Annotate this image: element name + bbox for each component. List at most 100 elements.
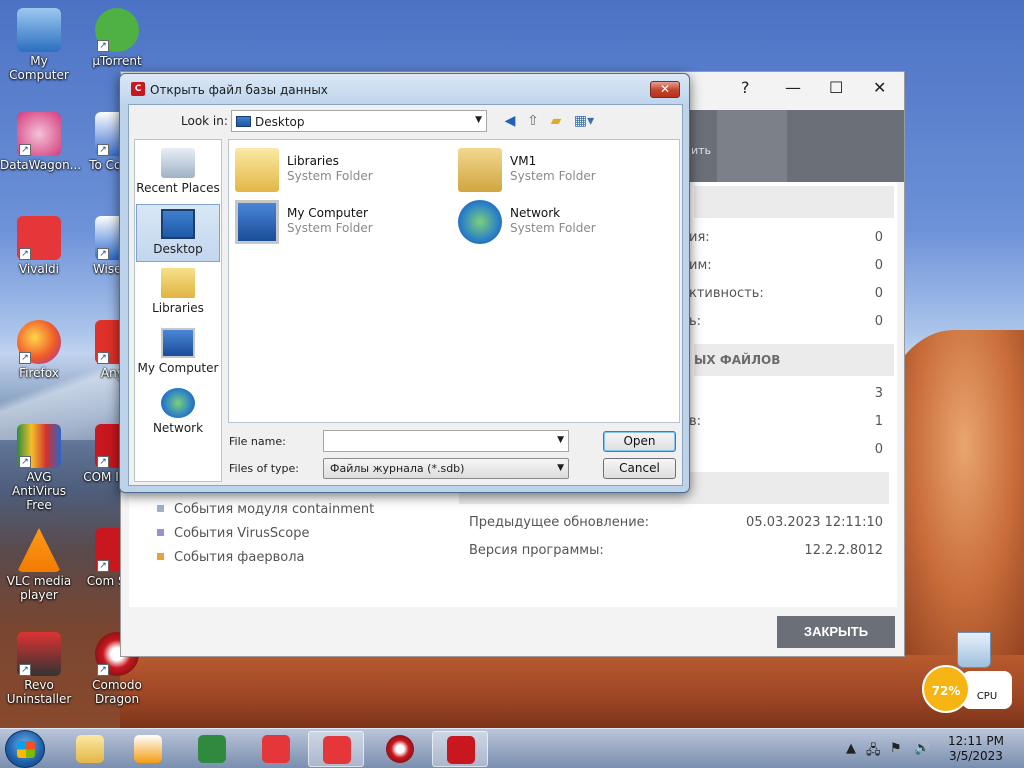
taskbar-vivaldi[interactable]	[248, 731, 304, 767]
desktop-icon-label: Comodo Dragon	[92, 678, 142, 706]
files-of-type-select[interactable]: Файлы журнала (*.sdb) ▼	[323, 458, 569, 479]
media-player-icon	[134, 735, 162, 763]
legend-swatch	[157, 505, 164, 512]
open-button[interactable]: Open	[603, 431, 676, 452]
shortcut-arrow-icon: ↗	[97, 40, 109, 52]
chevron-down-icon[interactable]: ▼	[557, 435, 564, 445]
desktop-icon-label: VLC media player	[6, 574, 72, 602]
desktop-icon-utorrent[interactable]: ↗ μTorrent	[78, 8, 156, 68]
chevron-down-icon: ▼	[475, 115, 482, 125]
row-label: в:	[689, 414, 702, 429]
taskbar-explorer[interactable]	[62, 731, 118, 767]
desktop-icon-label: DataWagon...	[0, 158, 82, 172]
close-window-button[interactable]: ✕	[873, 78, 886, 97]
wallpaper-ground	[120, 655, 1024, 728]
tab-label: ить	[691, 144, 712, 157]
minimize-button[interactable]: —	[785, 78, 801, 97]
clock[interactable]: 12:11 PM 3/5/2023	[946, 734, 1006, 764]
look-in-select[interactable]: Desktop ▼	[231, 110, 487, 132]
file-item-vm1[interactable]: VM1 System Folder	[454, 144, 674, 194]
legend-label: События VirusScope	[174, 526, 310, 541]
flag-icon[interactable]: ⚑	[890, 741, 902, 756]
close-button[interactable]: ЗАКРЫТЬ	[777, 616, 895, 648]
row-value: 1	[874, 414, 883, 429]
view-menu-icon[interactable]: ▦▾	[570, 112, 598, 130]
shortcut-arrow-icon: ↗	[19, 352, 31, 364]
desktop-icon-revo[interactable]: ↗ Revo Uninstaller	[0, 632, 78, 706]
taskbar-vivaldi-active[interactable]	[308, 731, 364, 767]
clock-time: 12:11 PM	[948, 734, 1004, 748]
computer-icon	[235, 200, 279, 244]
desktop-icon-label: Firefox	[19, 366, 59, 380]
start-button[interactable]	[5, 730, 45, 768]
shortcut-arrow-icon: ↗	[19, 664, 31, 676]
file-item-libraries[interactable]: Libraries System Folder	[231, 144, 451, 194]
vlc-icon	[17, 528, 61, 572]
file-name: Network	[510, 206, 561, 220]
show-hidden-icons-icon[interactable]: ▲	[846, 741, 856, 756]
back-icon[interactable]: ◀	[501, 112, 519, 130]
legend-label: События фаервола	[174, 550, 305, 565]
desktop-icon-my-computer[interactable]: My Computer	[0, 8, 78, 82]
chevron-down-icon: ▼	[557, 463, 564, 473]
row-value: 0	[874, 442, 883, 457]
shortcut-arrow-icon: ↗	[97, 352, 109, 364]
place-desktop[interactable]: Desktop	[136, 204, 220, 262]
libraries-folder-icon	[235, 148, 279, 192]
dialog-title: Открыть файл базы данных	[150, 83, 328, 97]
cpu-gadget[interactable]: CPU 72%	[922, 665, 1014, 713]
files-of-type-label: Files of type:	[229, 462, 300, 475]
file-item-network[interactable]: Network System Folder	[454, 196, 674, 246]
file-name-label: File name:	[229, 435, 286, 448]
look-in-label: Look in:	[181, 114, 228, 128]
network-tray-icon[interactable]: 🖧	[866, 741, 881, 763]
taskbar-comodo-dragon[interactable]	[372, 731, 428, 767]
shortcut-arrow-icon: ↗	[19, 248, 31, 260]
desktop-icon-vivaldi[interactable]: ↗ Vivaldi	[0, 216, 78, 276]
file-name-input[interactable]: ▼	[323, 430, 569, 452]
legend-item: События VirusScope	[157, 526, 309, 541]
desktop-icon-firefox[interactable]: ↗ Firefox	[0, 320, 78, 380]
row-value: 0	[874, 286, 883, 301]
toolbar-tab[interactable]: ить	[691, 110, 787, 182]
desktop-icon-avg[interactable]: ↗ AVG AntiVirus Free	[0, 424, 78, 512]
volume-icon[interactable]: 🔊	[914, 741, 930, 756]
dialog-titlebar[interactable]: C Открыть файл базы данных ✕	[120, 74, 689, 104]
dialog-close-button[interactable]: ✕	[650, 81, 680, 98]
vivaldi-icon	[323, 736, 351, 764]
place-label: Desktop	[153, 242, 203, 256]
file-item-my-computer[interactable]: My Computer System Folder	[231, 196, 451, 246]
row-value: 0	[874, 314, 883, 329]
shortcut-arrow-icon: ↗	[97, 664, 109, 676]
desktop-icon-label: Revo Uninstaller	[6, 678, 72, 706]
taskbar-media-player[interactable]	[120, 731, 176, 767]
file-type: System Folder	[510, 169, 596, 183]
place-libraries[interactable]: Libraries	[136, 264, 220, 322]
help-button[interactable]: ?	[741, 78, 750, 97]
info-label: Предыдущее обновление:	[469, 515, 650, 530]
place-recent[interactable]: Recent Places	[136, 144, 220, 202]
place-label: Network	[152, 421, 204, 435]
firefox-icon: ↗	[17, 320, 61, 364]
legend-item: События модуля containment	[157, 502, 374, 517]
shortcut-arrow-icon: ↗	[97, 144, 109, 156]
taskbar-csharp[interactable]	[184, 731, 240, 767]
up-folder-icon[interactable]: ⇧	[524, 112, 542, 130]
info-label: Версия программы:	[469, 543, 604, 558]
revo-uninstaller-icon: ↗	[17, 632, 61, 676]
desktop-icon-vlc[interactable]: VLC media player	[0, 528, 78, 602]
cpu-label: CPU	[976, 691, 998, 702]
file-type: System Folder	[287, 169, 373, 183]
legend-swatch	[157, 553, 164, 560]
place-my-computer[interactable]: My Computer	[136, 324, 220, 382]
place-label: Recent Places	[136, 181, 220, 195]
taskbar-comodo[interactable]	[432, 731, 488, 767]
new-folder-icon[interactable]: ▰	[547, 112, 565, 130]
recycle-bin-icon[interactable]	[957, 632, 991, 668]
files-of-type-value: Файлы журнала (*.sdb)	[330, 462, 465, 475]
file-name: VM1	[510, 154, 537, 168]
maximize-button[interactable]: ☐	[829, 78, 843, 97]
place-network[interactable]: Network	[136, 384, 220, 442]
desktop-icon-datawagon[interactable]: ↗ DataWagon...	[0, 112, 82, 172]
cancel-button[interactable]: Cancel	[603, 458, 676, 479]
